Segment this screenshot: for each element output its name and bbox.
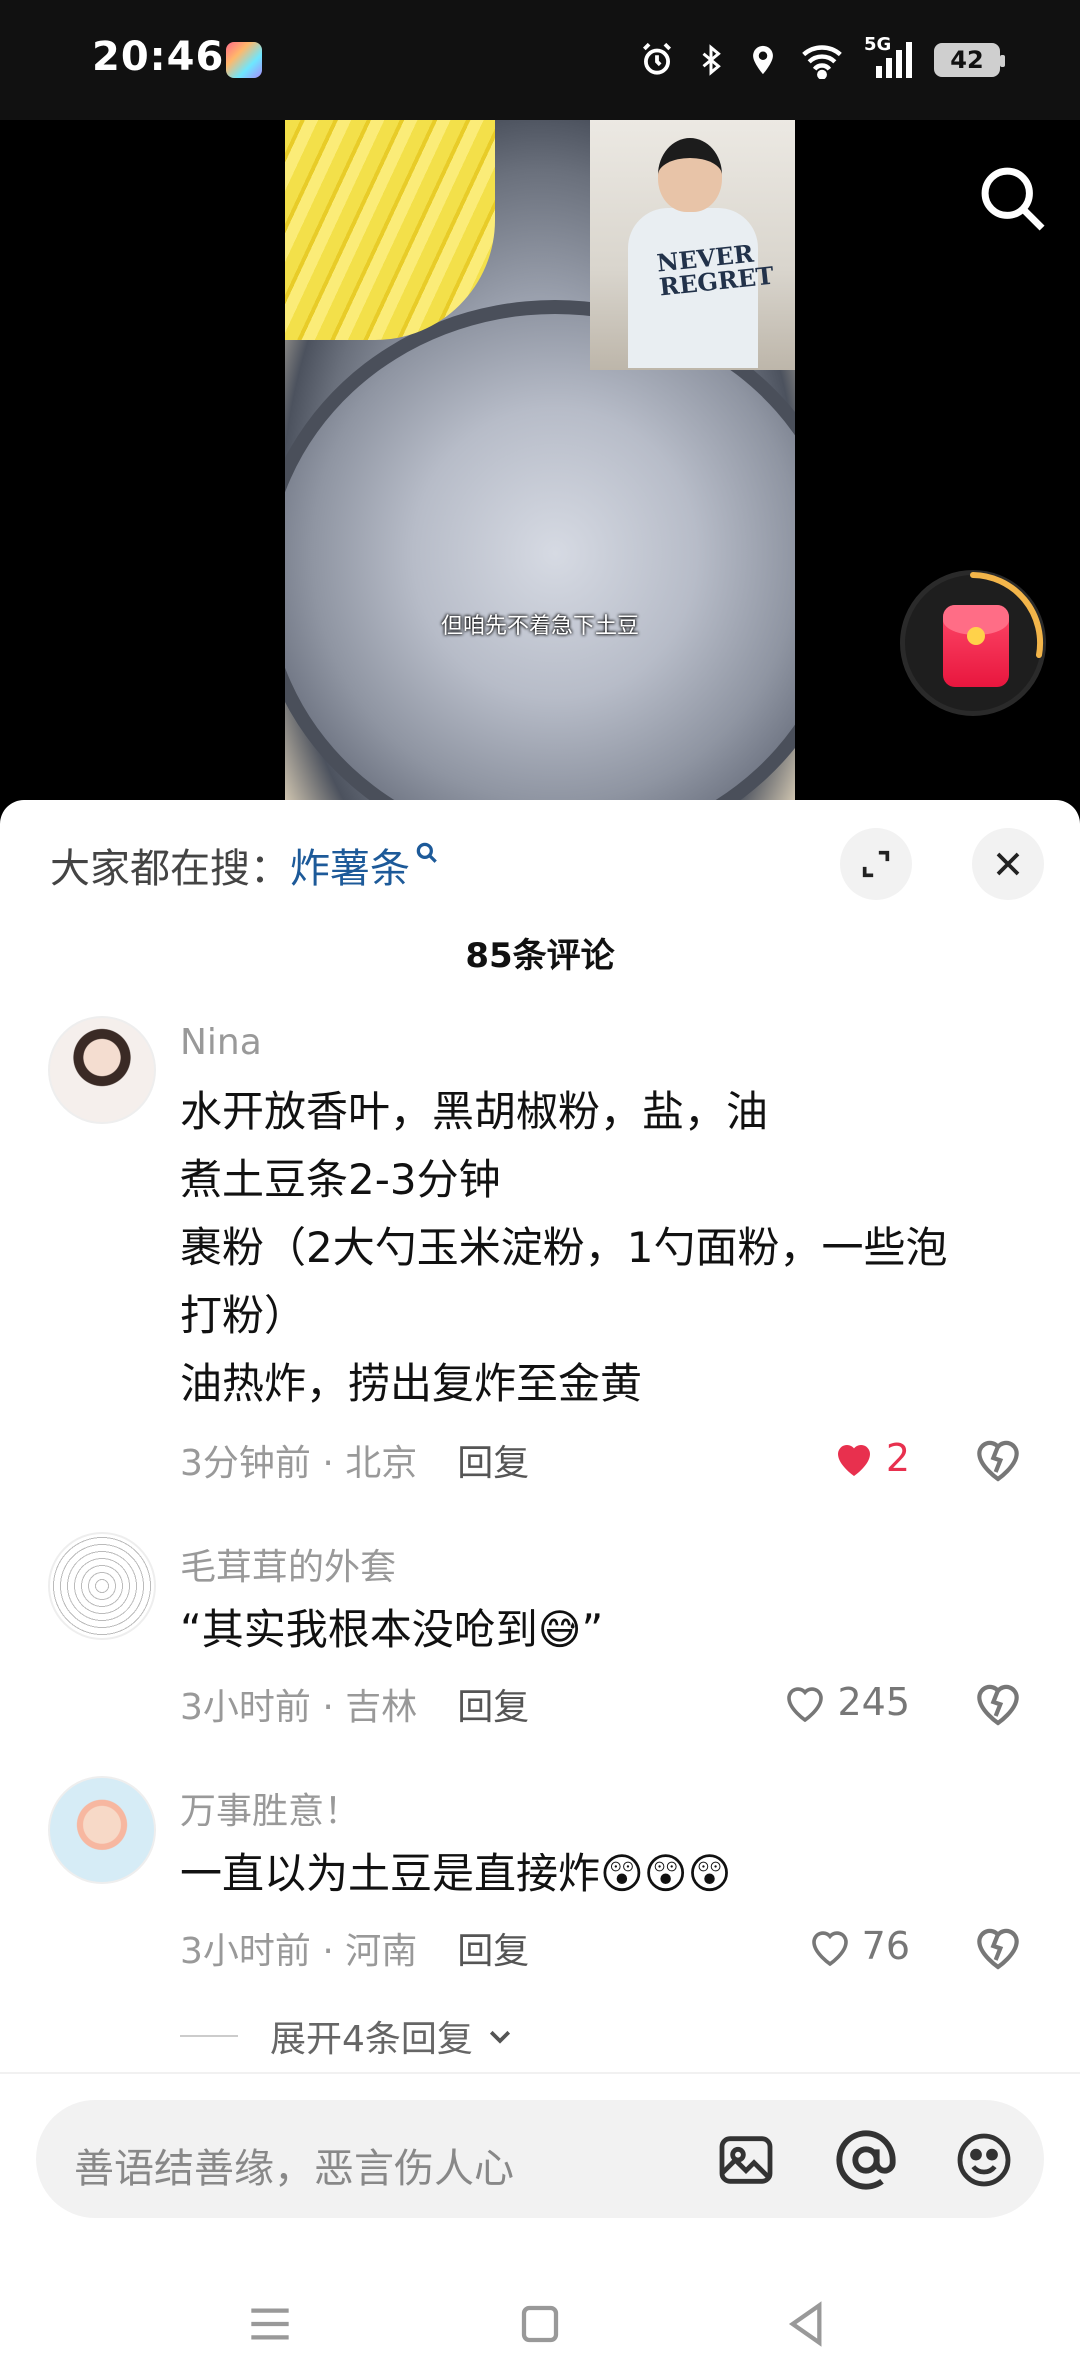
wifi-icon [802, 45, 842, 79]
red-packet-icon [943, 605, 1009, 687]
comment-line: 煮土豆条2-3分钟 [180, 1155, 501, 1204]
fullscreen-button[interactable] [840, 828, 912, 900]
comment-input[interactable]: 善语结善缘，恶言伤人心 [36, 2100, 1044, 2218]
comment-meta: 3分钟前 · 北京 回复 [180, 1434, 529, 1486]
comment-text[interactable]: “其实我根本没呛到😅” [180, 1596, 1020, 1664]
emoji-icon[interactable] [952, 2128, 1016, 2192]
dislike-icon[interactable] [970, 1674, 1026, 1730]
hot-search-keyword[interactable]: 炸薯条 [290, 846, 410, 892]
video-frame[interactable]: NEVER REGRET 但咱先不着急下土豆 [285, 120, 795, 800]
comment-line: “其实我根本没呛到😅” [180, 1605, 604, 1654]
comment-line: 一直以为土豆是直接炸😲😲😲 [180, 1849, 732, 1898]
app-notification-icon [226, 42, 262, 78]
back-icon[interactable] [774, 2292, 838, 2356]
close-button[interactable] [972, 828, 1044, 900]
comment-text[interactable]: 一直以为土豆是直接炸😲😲😲 [180, 1840, 1020, 1908]
search-icon[interactable] [974, 160, 1050, 236]
status-bar: 20:46 5G 42 [0, 0, 1080, 120]
comment-sheet: 大家都在搜：炸薯条 85条评论 Nina 水开放香叶，黑胡椒粉，盐，油 煮土豆条… [0, 800, 1080, 2374]
shirt-print: NEVER REGRET [655, 238, 776, 302]
heart-outline-icon [787, 1687, 824, 1723]
close-icon [996, 852, 1020, 876]
dislike-icon[interactable] [970, 1918, 1026, 1974]
comment-count: 85条评论 [465, 936, 615, 976]
chevron-down-icon [489, 2030, 510, 2044]
battery-icon: 42 [934, 43, 1005, 77]
comment-time-location: 3小时前 · 河南 [180, 1931, 418, 1972]
comment-line: 水开放香叶，黑胡椒粉，盐，油 [180, 1087, 769, 1136]
heart-filled-icon [837, 1445, 870, 1476]
shirt-image: NEVER REGRET [628, 208, 776, 368]
like-button[interactable]: 76 [780, 1918, 910, 1974]
image-icon[interactable] [714, 2128, 778, 2192]
like-count: 245 [837, 1680, 910, 1724]
like-count: 2 [885, 1436, 910, 1480]
location-icon [753, 45, 773, 75]
dislike-icon[interactable] [970, 1430, 1026, 1486]
like-button[interactable]: 2 [780, 1430, 910, 1486]
comment-line: 裹粉（2大勺玉米淀粉，1勺面粉，一些泡 [180, 1223, 948, 1272]
comment-meta: 3小时前 · 河南 回复 [180, 1922, 529, 1974]
reply-button[interactable]: 回复 [457, 1931, 529, 1972]
comment-username[interactable]: Nina [180, 1022, 262, 1063]
like-button[interactable]: 245 [780, 1674, 910, 1730]
picture-in-picture-video: NEVER REGRET [590, 120, 795, 370]
hot-search-prefix: 大家都在搜： [50, 846, 290, 892]
expand-replies-button[interactable]: 展开4条回复 [180, 2010, 515, 2062]
comment-time-location: 3分钟前 · 北京 [180, 1443, 418, 1484]
status-icons: 5G 42 [638, 34, 1005, 84]
comment-input-placeholder: 善语结善缘，恶言伤人心 [74, 2146, 514, 2192]
red-packet-widget[interactable] [900, 570, 1046, 716]
status-time: 20:46 [92, 34, 225, 80]
head-image [658, 138, 722, 212]
at-mention-icon[interactable] [834, 2128, 898, 2192]
video-subtitle: 但咱先不着急下土豆 [440, 614, 639, 639]
divider-line [180, 2035, 238, 2037]
person-image: NEVER REGRET [628, 138, 775, 368]
search-icon [416, 842, 437, 863]
fries-image [285, 120, 495, 340]
expand-icon [862, 850, 890, 878]
expand-replies-label: 展开4条回复 [270, 2019, 473, 2060]
boiling-pot-image [285, 300, 795, 800]
reply-button[interactable]: 回复 [457, 1443, 529, 1484]
divider [0, 2072, 1080, 2074]
avatar[interactable] [48, 1776, 156, 1884]
system-navigation-bar [0, 2274, 1080, 2374]
comment-time-location: 3小时前 · 吉林 [180, 1687, 418, 1728]
menu-icon[interactable] [238, 2292, 302, 2356]
video-player[interactable]: NEVER REGRET 但咱先不着急下土豆 [0, 120, 1080, 810]
heart-outline-icon [811, 1931, 848, 1967]
comment-text[interactable]: 水开放香叶，黑胡椒粉，盐，油 煮土豆条2-3分钟 裹粉（2大勺玉米淀粉，1勺面粉… [180, 1078, 1020, 1418]
bluetooth-icon [702, 44, 721, 76]
comment-line: 打粉） [180, 1291, 307, 1340]
comment-line: 油热炸，捞出复炸至金黄 [180, 1359, 643, 1408]
hot-search-bar[interactable]: 大家都在搜：炸薯条 [50, 836, 440, 894]
avatar[interactable] [48, 1016, 156, 1124]
cellular-signal-icon: 5G [864, 34, 914, 80]
comment-username[interactable]: 万事胜意！ [180, 1782, 360, 1834]
home-icon[interactable] [508, 2292, 572, 2356]
like-count: 76 [861, 1924, 910, 1968]
reply-button[interactable]: 回复 [457, 1687, 529, 1728]
comment-username[interactable]: 毛茸茸的外套 [180, 1538, 396, 1590]
avatar[interactable] [48, 1532, 156, 1640]
comment-meta: 3小时前 · 吉林 回复 [180, 1678, 529, 1730]
alarm-icon [642, 42, 672, 75]
